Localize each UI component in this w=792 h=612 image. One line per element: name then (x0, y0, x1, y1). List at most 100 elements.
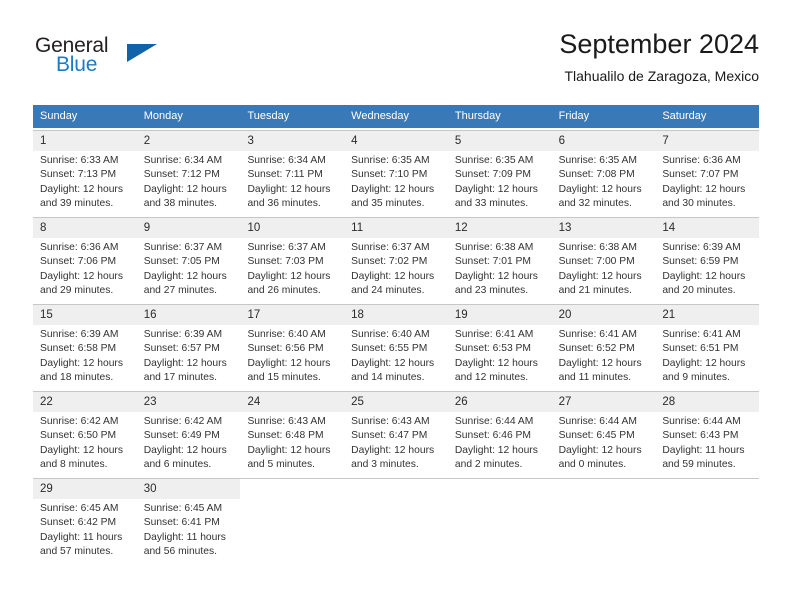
daylight-text-line1: Daylight: 12 hours (351, 357, 435, 369)
calendar-week-row: 1 Sunrise: 6:33 AM Sunset: 7:13 PM Daylight… (33, 130, 760, 215)
calendar-day-cell[interactable]: 19 Sunrise: 6:41 AM Sunset: 6:53 PM Dayligh… (447, 305, 552, 389)
daylight-text-line1: Daylight: 12 hours (558, 183, 642, 195)
weekday-header-row: Sunday Monday Tuesday Wednesday Thursday Frid… (33, 105, 759, 128)
daylight-text-line1: Daylight: 12 hours (558, 270, 642, 282)
calendar-day-cell[interactable]: 7 Sunrise: 6:36 AM Sunset: 7:07 PM Daylight… (655, 131, 760, 215)
calendar-day-cell[interactable]: 15 Sunrise: 6:39 AM Sunset: 6:58 PM Dayligh… (33, 305, 137, 389)
daylight-text-line2: and 38 minutes. (143, 198, 217, 210)
calendar-day-cell[interactable]: 12 Sunrise: 6:38 AM Sunset: 7:01 PM Dayligh… (447, 218, 552, 302)
calendar-day-cell[interactable]: 10 Sunrise: 6:37 AM Sunset: 7:03 PM Dayligh… (240, 218, 345, 302)
day-number: 5 (447, 131, 552, 151)
calendar-day-cell[interactable]: 28 Sunrise: 6:44 AM Sunset: 6:43 PM Dayligh… (655, 392, 760, 476)
day-number: 29 (33, 479, 137, 499)
calendar-day-cell[interactable]: 30 Sunrise: 6:45 AM Sunset: 6:41 PM Dayligh… (136, 479, 241, 563)
sunrise-text: Sunrise: 6:35 AM (454, 155, 534, 166)
calendar-day-cell[interactable]: 18 Sunrise: 6:40 AM Sunset: 6:55 PM Dayligh… (344, 305, 448, 389)
weekday-header-saturday: Saturday (662, 110, 707, 122)
daylight-text-line2: and 6 minutes. (143, 459, 212, 471)
sunrise-text: Sunrise: 6:34 AM (247, 155, 326, 166)
calendar-day-cell[interactable]: 9 Sunrise: 6:37 AM Sunset: 7:05 PM Daylight… (136, 218, 241, 302)
day-details (344, 499, 448, 502)
day-number: 30 (136, 479, 241, 499)
weekday-header-sunday: Sunday (40, 110, 78, 122)
calendar-day-cell[interactable]: 22 Sunrise: 6:42 AM Sunset: 6:50 PM Dayligh… (33, 392, 137, 476)
calendar-day-cell[interactable]: 3 Sunrise: 6:34 AM Sunset: 7:11 PM Daylight… (240, 131, 345, 215)
sunrise-text: Sunrise: 6:36 AM (40, 242, 119, 253)
day-number: 27 (551, 392, 656, 412)
weekday-header-monday: Monday (143, 110, 183, 122)
day-number: 18 (344, 305, 448, 325)
day-details: Sunrise: 6:43 AM Sunset: 6:47 PM Daylight:… (344, 412, 448, 473)
calendar-day-cell[interactable]: 1 Sunrise: 6:33 AM Sunset: 7:13 PM Daylight… (33, 131, 137, 215)
daylight-text-line1: Daylight: 12 hours (40, 444, 123, 456)
day-details: Sunrise: 6:38 AM Sunset: 7:00 PM Daylight:… (552, 238, 656, 299)
calendar-day-cell[interactable]: 25 Sunrise: 6:43 AM Sunset: 6:47 PM Dayligh… (344, 392, 448, 476)
day-details: Sunrise: 6:38 AM Sunset: 7:01 PM Daylight:… (448, 238, 552, 299)
sunset-text: Sunset: 7:11 PM (247, 169, 323, 181)
daylight-text-line2: and 27 minutes. (143, 285, 217, 297)
daylight-text-line2: and 9 minutes. (662, 372, 730, 384)
day-details (240, 499, 344, 502)
calendar-week-row: 29 Sunrise: 6:45 AM Sunset: 6:42 PM Dayligh… (33, 478, 760, 563)
sunset-text: Sunset: 6:56 PM (247, 343, 324, 355)
calendar-page: General Blue September 2024 Tlahualilo d… (0, 0, 792, 612)
calendar-day-cell[interactable]: 20 Sunrise: 6:41 AM Sunset: 6:52 PM Dayligh… (551, 305, 656, 389)
calendar-empty-cell (655, 479, 760, 563)
calendar-day-cell[interactable]: 23 Sunrise: 6:42 AM Sunset: 6:49 PM Dayligh… (136, 392, 241, 476)
calendar-day-cell[interactable]: 21 Sunrise: 6:41 AM Sunset: 6:51 PM Dayligh… (655, 305, 760, 389)
sunrise-text: Sunrise: 6:37 AM (351, 242, 430, 253)
daylight-text-line2: and 24 minutes. (351, 285, 425, 297)
calendar-day-cell[interactable]: 26 Sunrise: 6:44 AM Sunset: 6:46 PM Dayligh… (447, 392, 552, 476)
sunset-text: Sunset: 6:42 PM (40, 517, 117, 529)
title-block: September 2024 Tlahualilo de Zaragoza, M… (559, 28, 759, 86)
calendar-grid: Sunday Monday Tuesday Wednesday Thursday Frid… (33, 105, 760, 563)
sunset-text: Sunset: 7:06 PM (40, 256, 117, 268)
daylight-text-line1: Daylight: 12 hours (454, 183, 538, 195)
day-number: 25 (344, 392, 448, 412)
page-header: General Blue September 2024 Tlahualilo d… (33, 28, 759, 94)
daylight-text-line1: Daylight: 11 hours (40, 531, 123, 543)
calendar-day-cell[interactable]: 5 Sunrise: 6:35 AM Sunset: 7:09 PM Daylight… (447, 131, 552, 215)
daylight-text-line1: Daylight: 12 hours (558, 444, 642, 456)
sunset-text: Sunset: 7:10 PM (351, 169, 428, 181)
calendar-day-cell[interactable]: 4 Sunrise: 6:35 AM Sunset: 7:10 PM Daylight… (344, 131, 448, 215)
daylight-text-line1: Daylight: 12 hours (454, 357, 538, 369)
day-details: Sunrise: 6:41 AM Sunset: 6:52 PM Daylight:… (552, 325, 656, 386)
calendar-day-cell[interactable]: 29 Sunrise: 6:45 AM Sunset: 6:42 PM Dayligh… (33, 479, 137, 563)
calendar-day-cell[interactable]: 17 Sunrise: 6:40 AM Sunset: 6:56 PM Dayligh… (240, 305, 345, 389)
daylight-text-line2: and 12 minutes. (454, 372, 529, 384)
calendar-day-cell[interactable]: 11 Sunrise: 6:37 AM Sunset: 7:02 PM Dayligh… (344, 218, 448, 302)
calendar-empty-cell (344, 479, 448, 563)
daylight-text-line2: and 11 minutes. (558, 372, 632, 384)
calendar-day-cell[interactable]: 2 Sunrise: 6:34 AM Sunset: 7:12 PM Daylight… (136, 131, 241, 215)
calendar-day-cell[interactable]: 16 Sunrise: 6:39 AM Sunset: 6:57 PM Dayligh… (136, 305, 241, 389)
day-number: 16 (136, 305, 241, 325)
daylight-text-line2: and 29 minutes. (40, 285, 114, 297)
daylight-text-line1: Daylight: 12 hours (351, 183, 435, 195)
sunrise-text: Sunrise: 6:34 AM (143, 155, 223, 166)
day-details (448, 499, 552, 502)
day-details: Sunrise: 6:41 AM Sunset: 6:53 PM Daylight:… (448, 325, 552, 386)
daylight-text-line2: and 21 minutes. (558, 285, 632, 297)
calendar-day-cell[interactable]: 24 Sunrise: 6:43 AM Sunset: 6:48 PM Dayligh… (240, 392, 345, 476)
day-number: 26 (447, 392, 552, 412)
calendar-day-cell[interactable]: 6 Sunrise: 6:35 AM Sunset: 7:08 PM Daylight… (551, 131, 656, 215)
sunrise-text: Sunrise: 6:42 AM (143, 416, 223, 427)
calendar-day-cell[interactable]: 14 Sunrise: 6:39 AM Sunset: 6:59 PM Dayligh… (655, 218, 760, 302)
day-number: 6 (551, 131, 656, 151)
calendar-day-cell[interactable]: 13 Sunrise: 6:38 AM Sunset: 7:00 PM Dayligh… (551, 218, 656, 302)
daylight-text-line1: Daylight: 12 hours (247, 357, 331, 369)
weekday-header-friday: Friday (558, 110, 590, 122)
sunset-text: Sunset: 6:58 PM (40, 343, 117, 355)
day-number: 19 (447, 305, 552, 325)
daylight-text-line2: and 5 minutes. (247, 459, 315, 471)
calendar-day-cell[interactable]: 27 Sunrise: 6:44 AM Sunset: 6:45 PM Dayligh… (551, 392, 656, 476)
calendar-day-cell[interactable]: 8 Sunrise: 6:36 AM Sunset: 7:06 PM Daylight… (33, 218, 137, 302)
daylight-text-line2: and 26 minutes. (247, 285, 321, 297)
sunset-text: Sunset: 7:07 PM (662, 169, 739, 181)
day-number: 1 (33, 131, 137, 151)
daylight-text-line1: Daylight: 12 hours (662, 357, 746, 369)
day-details (552, 499, 656, 502)
sunrise-text: Sunrise: 6:39 AM (40, 329, 119, 340)
daylight-text-line1: Daylight: 12 hours (351, 444, 435, 456)
